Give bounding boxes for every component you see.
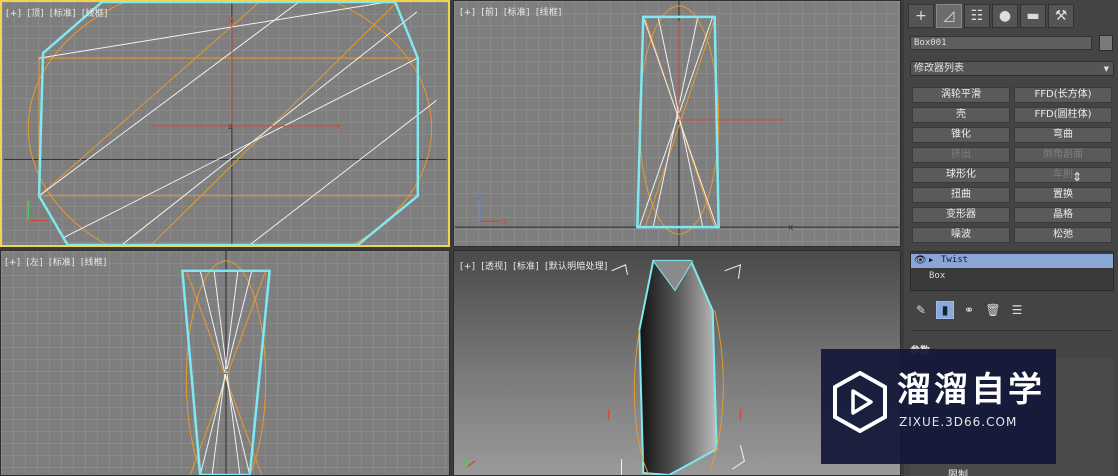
left-axis-z: z: [224, 367, 228, 376]
viewport-front-label[interactable]: [+] [前] [标准] [线框]: [460, 5, 565, 18]
watermark: 溜溜自学 ZIXUE.3D66.COM: [821, 349, 1056, 464]
vp-persp-plus[interactable]: [+]: [460, 262, 475, 272]
modifier-displace-button[interactable]: 置换: [1014, 187, 1112, 203]
viewport-persp-label[interactable]: [+] [透视] [标准] [默认明暗处理]: [460, 259, 611, 272]
vp-persp-standard[interactable]: [标准]: [513, 262, 539, 272]
viewport-top-scene: y x z: [3, 2, 447, 245]
utilities-icon: ⚒: [1054, 8, 1068, 24]
viewport-front[interactable]: [+] [前] [标准] [线框] z x x: [453, 0, 901, 247]
viewport-front-scene: z x x: [454, 1, 900, 246]
hierarchy-tab[interactable]: ☷: [964, 4, 990, 28]
modifier-morpher-button[interactable]: 变形器: [912, 207, 1010, 223]
stack-item-twist-label: Twist: [941, 255, 969, 265]
motion-icon: ●: [998, 8, 1012, 24]
display-icon: ▬: [1026, 8, 1040, 24]
modifier-list-label: 修改器列表: [914, 63, 964, 74]
vp-top-plus[interactable]: [+]: [6, 9, 21, 19]
motion-tab[interactable]: ●: [992, 4, 1018, 28]
watermark-logo-icon: [833, 371, 887, 433]
modifier-extrude-button[interactable]: 挤出: [912, 147, 1010, 163]
viewport-left-scene: z: [181, 251, 271, 475]
modifier-lattice-button[interactable]: 晶格: [1014, 207, 1112, 223]
expand-arrow-icon[interactable]: ▶: [929, 254, 933, 267]
modifier-noise-button[interactable]: 噪波: [912, 227, 1010, 243]
viewport-left[interactable]: [+] [左] [标准] [线框] z: [0, 250, 450, 476]
vp-front-standard[interactable]: [标准]: [504, 8, 530, 18]
modifier-twist-button[interactable]: 扭曲: [912, 187, 1010, 203]
front-axis-x: x: [501, 217, 506, 227]
vp-front-plus[interactable]: [+]: [460, 8, 475, 18]
chevron-down-icon: ▼: [1103, 65, 1109, 73]
modifier-list-dropdown[interactable]: 修改器列表 ▼: [910, 61, 1114, 76]
modifier-spherify-button[interactable]: 球形化: [912, 167, 1010, 183]
modify-icon: ◿: [943, 8, 955, 24]
create-tab[interactable]: +: [908, 4, 934, 28]
limit-label: 限制: [948, 470, 968, 476]
vp-left-standard[interactable]: [标准]: [49, 258, 75, 268]
vp-persp-shading[interactable]: [默认明暗处理]: [545, 262, 608, 272]
vp-left-shading[interactable]: [线框]: [81, 258, 107, 268]
command-panel-tabs: + ◿ ☷ ● ▬ ⚒: [908, 4, 1074, 30]
modifier-taper-button[interactable]: 锥化: [912, 127, 1010, 143]
modify-tab[interactable]: ◿: [936, 4, 962, 28]
top-axis-z: z: [228, 122, 232, 131]
viewport-top[interactable]: [+] [顶] [标准] [线框] y x z: [0, 0, 450, 247]
viewport-top-label[interactable]: [+] [顶] [标准] [线框]: [6, 6, 111, 19]
watermark-title: 溜溜自学: [897, 370, 1045, 410]
front-axis-z: z: [477, 192, 482, 202]
vp-front-shading[interactable]: [线框]: [536, 8, 562, 18]
vp-persp-view[interactable]: [透视]: [481, 262, 507, 272]
vp-front-view[interactable]: [前]: [481, 8, 498, 18]
modifier-turbosmooth-button[interactable]: 涡轮平滑: [912, 87, 1010, 103]
modifier-ffd-box-button[interactable]: FFD(长方体): [1014, 87, 1112, 103]
object-color-swatch[interactable]: [1099, 35, 1113, 51]
resize-cursor-icon: ⇕: [1072, 170, 1083, 184]
stack-tools: ✎ ▮ ⚭ 🗑 ☰: [912, 300, 1026, 320]
top-axis-x: x: [336, 122, 341, 132]
modifier-lathe-button[interactable]: 车削: [1014, 167, 1112, 183]
create-icon: +: [915, 8, 927, 24]
vp-left-view[interactable]: [左]: [26, 258, 43, 268]
vp-top-view[interactable]: [顶]: [27, 9, 44, 19]
make-unique-icon[interactable]: ⚭: [960, 301, 978, 319]
eye-icon[interactable]: 👁: [914, 254, 927, 267]
modifier-buttons: 涡轮平滑 FFD(长方体) 壳 FFD(圆柱体) 锥化 弯曲 挤出 倒角剖面 球…: [912, 87, 1112, 243]
modifier-relax-button[interactable]: 松弛: [1014, 227, 1112, 243]
front-axis-x2: x: [788, 223, 793, 233]
utilities-tab[interactable]: ⚒: [1048, 4, 1074, 28]
stack-item-twist[interactable]: 👁 ▶ Twist: [911, 254, 1113, 268]
vp-top-standard[interactable]: [标准]: [50, 9, 76, 19]
vp-left-plus[interactable]: [+]: [5, 258, 20, 268]
object-name-field[interactable]: Box001: [910, 36, 1092, 50]
vp-top-shading[interactable]: [线框]: [82, 9, 108, 19]
top-axis-y: y: [228, 15, 233, 25]
show-end-result-icon[interactable]: ▮: [936, 301, 954, 319]
watermark-url: ZIXUE.3D66.COM: [899, 415, 1018, 429]
modifier-stack[interactable]: 👁 ▶ Twist Box: [910, 251, 1114, 291]
pin-stack-icon[interactable]: ✎: [912, 301, 930, 319]
modifier-bevel-profile-button[interactable]: 倒角剖面: [1014, 147, 1112, 163]
modifier-ffd-cyl-button[interactable]: FFD(圆柱体): [1014, 107, 1112, 123]
stack-item-box[interactable]: Box: [911, 270, 1113, 284]
hierarchy-icon: ☷: [970, 8, 984, 24]
viewport-left-label[interactable]: [+] [左] [标准] [线框]: [5, 255, 110, 268]
modifier-bend-button[interactable]: 弯曲: [1014, 127, 1112, 143]
configure-sets-icon[interactable]: ☰: [1008, 301, 1026, 319]
display-tab[interactable]: ▬: [1020, 4, 1046, 28]
modifier-shell-button[interactable]: 壳: [912, 107, 1010, 123]
remove-modifier-icon[interactable]: 🗑: [984, 301, 1002, 319]
panel-divider: [912, 330, 1112, 331]
